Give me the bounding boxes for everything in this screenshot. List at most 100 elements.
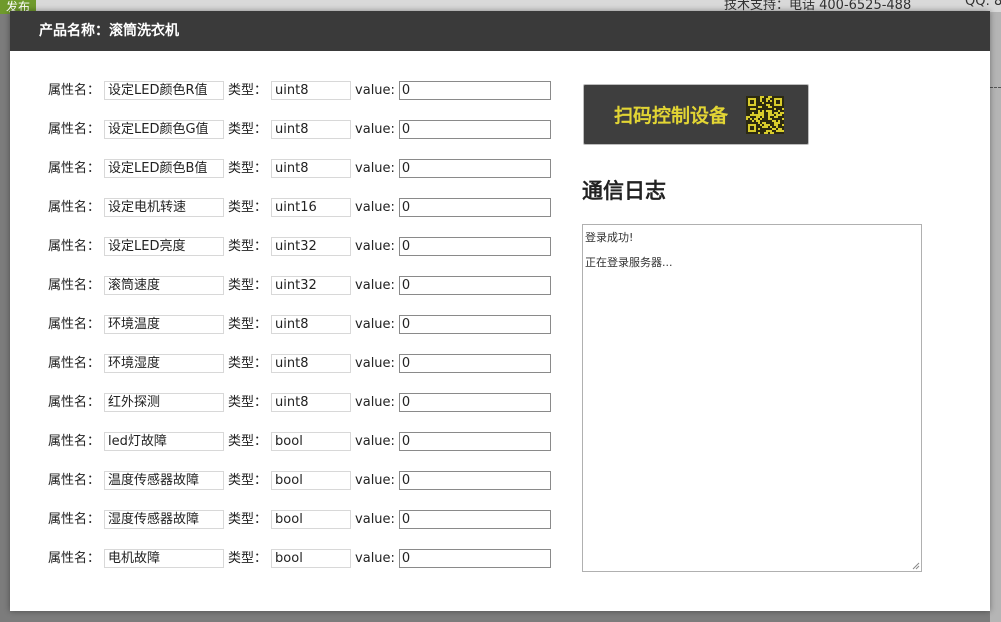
background-qq-text: QQ: 8: [965, 0, 1001, 9]
attr-name-label: 属性名：: [48, 83, 101, 98]
attr-name-label: 属性名：: [48, 434, 101, 449]
value-label: value:: [355, 239, 395, 254]
type-label: 类型：: [228, 473, 268, 488]
attr-name-field[interactable]: 设定LED颜色B值: [104, 159, 225, 178]
attr-name-field[interactable]: 设定电机转速: [104, 198, 225, 217]
value-input[interactable]: [398, 159, 551, 178]
type-field[interactable]: uint32: [271, 237, 352, 256]
type-field[interactable]: uint8: [271, 120, 352, 139]
value-input[interactable]: [398, 81, 551, 100]
attr-name-label: 属性名：: [48, 395, 101, 410]
value-input[interactable]: [398, 120, 551, 139]
type-field[interactable]: uint8: [271, 393, 352, 412]
property-row: 属性名： 设定电机转速 类型： uint16 value:: [48, 198, 551, 237]
value-label: value:: [355, 434, 395, 449]
attr-name-field[interactable]: 电机故障: [104, 549, 225, 568]
value-label: value:: [355, 122, 395, 137]
property-row: 属性名： 湿度传感器故障 类型： bool value:: [48, 510, 551, 549]
value-label: value:: [355, 551, 395, 566]
property-row: 属性名： 环境湿度 类型： uint8 value:: [48, 354, 551, 393]
type-field[interactable]: uint32: [271, 276, 352, 295]
value-label: value:: [355, 83, 395, 98]
type-field[interactable]: bool: [271, 471, 352, 490]
scan-control-button[interactable]: 扫码控制设备: [583, 84, 809, 145]
type-field[interactable]: uint8: [271, 81, 352, 100]
attr-name-label: 属性名：: [48, 239, 101, 254]
attr-name-label: 属性名：: [48, 278, 101, 293]
product-modal: 产品名称：滚筒洗衣机 属性名：设定LED颜色R值类型：uint8value:属性…: [10, 11, 990, 611]
log-textarea[interactable]: 登录成功! 正在登录服务器...: [582, 224, 922, 572]
value-input[interactable]: [398, 432, 551, 451]
property-row: 属性名： led灯故障 类型： bool value:: [48, 432, 551, 471]
value-input[interactable]: [398, 237, 551, 256]
attr-name-label: 属性名：: [48, 122, 101, 137]
attr-name-label: 属性名：: [48, 161, 101, 176]
attr-name-field[interactable]: 温度传感器故障: [104, 471, 225, 490]
value-label: value:: [355, 395, 395, 410]
qr-code-icon: [746, 96, 784, 134]
value-label: value:: [355, 317, 395, 332]
type-field[interactable]: bool: [271, 510, 352, 529]
property-row: 属性名： 温度传感器故障 类型： bool value:: [48, 471, 551, 510]
type-field[interactable]: uint8: [271, 354, 352, 373]
type-label: 类型：: [228, 200, 268, 215]
property-row: 属性名： 电机故障 类型： bool value:: [48, 549, 551, 588]
type-label: 类型：: [228, 512, 268, 527]
type-field[interactable]: uint8: [271, 315, 352, 334]
log-line: 正在登录服务器...: [585, 256, 673, 269]
type-label: 类型：: [228, 161, 268, 176]
property-row: 属性名： 红外探测 类型： uint8 value:: [48, 393, 551, 432]
property-row: 属性名： 环境温度 类型： uint8 value:: [48, 315, 551, 354]
background-divider: [990, 87, 1001, 88]
attr-name-label: 属性名：: [48, 200, 101, 215]
attr-name-field[interactable]: 环境湿度: [104, 354, 225, 373]
type-field[interactable]: bool: [271, 549, 352, 568]
resize-grip-icon[interactable]: [912, 562, 920, 570]
attr-name-label: 属性名：: [48, 317, 101, 332]
value-label: value:: [355, 200, 395, 215]
attr-name-field[interactable]: 设定LED颜色G值: [104, 120, 225, 139]
attr-name-field[interactable]: 湿度传感器故障: [104, 510, 225, 529]
value-label: value:: [355, 356, 395, 371]
type-label: 类型：: [228, 239, 268, 254]
property-row: 属性名： 设定LED颜色B值 类型： uint8 value:: [48, 159, 551, 198]
attr-name-field[interactable]: 设定LED颜色R值: [104, 81, 225, 100]
attr-name-field[interactable]: 环境温度: [104, 315, 225, 334]
type-label: 类型：: [228, 356, 268, 371]
value-label: value:: [355, 512, 395, 527]
value-input[interactable]: [398, 198, 551, 217]
attr-name-field[interactable]: 红外探测: [104, 393, 225, 412]
type-label: 类型：: [228, 278, 268, 293]
attr-name-field[interactable]: led灯故障: [104, 432, 225, 451]
background-right-strip: [990, 12, 1001, 622]
property-row: 属性名： 设定LED颜色G值 类型： uint8 value:: [48, 120, 551, 159]
type-field[interactable]: uint16: [271, 198, 352, 217]
value-input[interactable]: [398, 549, 551, 568]
value-input[interactable]: [398, 471, 551, 490]
type-field[interactable]: uint8: [271, 159, 352, 178]
attr-name-field[interactable]: 设定LED亮度: [104, 237, 225, 256]
scan-control-label: 扫码控制设备: [614, 105, 729, 127]
type-label: 类型：: [228, 551, 268, 566]
value-input[interactable]: [398, 510, 551, 529]
attr-name-label: 属性名：: [48, 551, 101, 566]
type-field[interactable]: bool: [271, 432, 352, 451]
log-title: 通信日志: [582, 179, 666, 203]
modal-title: 产品名称：滚筒洗衣机: [10, 11, 990, 51]
attr-name-label: 属性名：: [48, 356, 101, 371]
property-row: 属性名： 设定LED亮度 类型： uint32 value:: [48, 237, 551, 276]
type-label: 类型：: [228, 395, 268, 410]
attr-name-field[interactable]: 滚筒速度: [104, 276, 225, 295]
value-label: value:: [355, 473, 395, 488]
value-input[interactable]: [398, 354, 551, 373]
type-label: 类型：: [228, 122, 268, 137]
value-input[interactable]: [398, 315, 551, 334]
property-list: 属性名：设定LED颜色R值类型：uint8value:属性名：设定LED颜色G值…: [48, 81, 551, 588]
type-label: 类型：: [228, 83, 268, 98]
type-label: 类型：: [228, 434, 268, 449]
property-row: 属性名： 设定LED颜色R值 类型： uint8 value:: [48, 81, 551, 120]
value-input[interactable]: [398, 393, 551, 412]
attr-name-label: 属性名：: [48, 473, 101, 488]
value-input[interactable]: [398, 276, 551, 295]
log-line: 登录成功!: [585, 231, 634, 244]
